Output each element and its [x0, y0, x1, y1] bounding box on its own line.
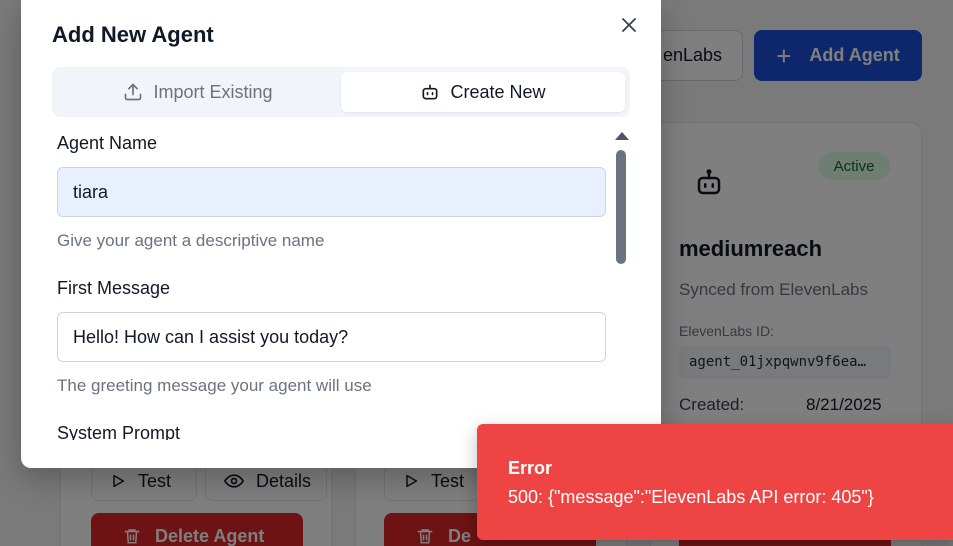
form-scrollbar[interactable] [612, 130, 629, 430]
first-message-help: The greeting message your agent will use [57, 376, 372, 395]
tab-import-label: Import Existing [153, 81, 273, 102]
agent-name-label: Agent Name [57, 133, 158, 153]
close-icon [622, 18, 636, 32]
tab-create-label: Create New [450, 81, 546, 102]
agent-name-input[interactable]: tiara [57, 167, 606, 217]
upload-icon [125, 83, 142, 101]
agent-form: Agent Name tiara Give your agent a descr… [57, 126, 609, 440]
first-message-input[interactable]: Hello! How can I assist you today? [57, 312, 606, 362]
scroll-up-arrow-icon[interactable] [615, 132, 629, 140]
toast-message: 500: {"message":"ElevenLabs API error: 4… [508, 487, 874, 507]
agent-name-help: Give your agent a descriptive name [57, 231, 325, 250]
scroll-thumb[interactable] [616, 150, 626, 264]
error-toast[interactable]: Error 500: {"message":"ElevenLabs API er… [477, 424, 953, 540]
add-agent-modal: Add New Agent Import Existing Create New… [21, 0, 661, 468]
tab-import-existing[interactable]: Import Existing [56, 72, 340, 112]
modal-title: Add New Agent [52, 22, 214, 47]
tab-create-new[interactable]: Create New [341, 72, 625, 112]
toast-title: Error [508, 458, 553, 478]
robot-icon [422, 84, 438, 100]
system-prompt-label: System Prompt [57, 423, 181, 440]
tab-list: Import Existing Create New [52, 67, 630, 117]
close-button[interactable] [618, 14, 640, 36]
first-message-label: First Message [57, 278, 171, 298]
